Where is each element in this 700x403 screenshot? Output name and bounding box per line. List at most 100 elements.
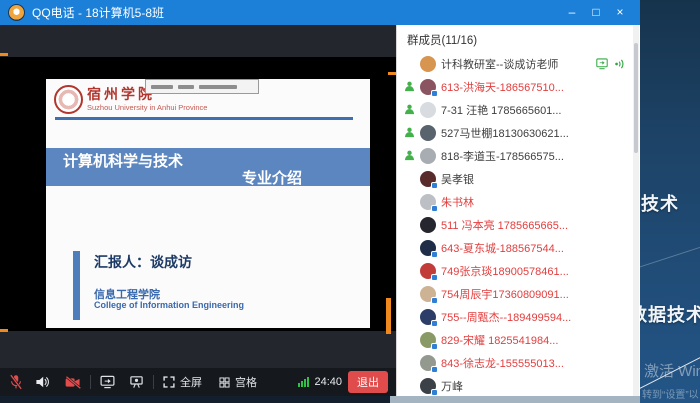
- screen-share-view[interactable]: 宿州学院 Suzhou University in Anhui Province…: [0, 25, 396, 396]
- desktop-diagonal-line-faint: [632, 241, 700, 270]
- slide-title: 计算机科学与技术: [63, 150, 183, 171]
- slide-divider-rule: [55, 117, 353, 120]
- member-name: 吴孝银: [441, 171, 474, 187]
- camera-muted-icon: [64, 375, 82, 390]
- member-name: 755--周甄杰--189499594...: [441, 309, 571, 325]
- university-name-en: Suzhou University in Anhui Province: [87, 103, 207, 112]
- speaker-button[interactable]: [34, 374, 50, 390]
- screen-share-icon: [99, 374, 116, 390]
- presenter-accent-bar: [73, 251, 80, 320]
- member-row[interactable]: 754周辰宇17360809091...: [397, 282, 640, 305]
- share-border-dash: [0, 53, 8, 56]
- avatar-badge: [431, 343, 438, 350]
- close-button[interactable]: ×: [608, 0, 632, 25]
- university-seal: [54, 85, 83, 114]
- avatar-badge: [431, 251, 438, 258]
- floating-toolbar[interactable]: [145, 79, 259, 94]
- camera-muted-button[interactable]: [64, 375, 82, 390]
- member-name: 计科教研室--谈成访老师: [441, 56, 558, 72]
- share-border-dash: [0, 329, 8, 332]
- department-en: College of Information Engineering: [94, 300, 244, 310]
- avatar-badge: [431, 297, 438, 304]
- member-name: 829-宋耀 1825541984...: [441, 332, 558, 348]
- member-row[interactable]: 朱书林: [397, 190, 640, 213]
- member-row[interactable]: 511 冯本亮 1785665665...: [397, 213, 640, 236]
- qq-call-app-icon: [8, 4, 25, 21]
- slide-title-banner: 计算机科学与技术 专业介绍: [46, 148, 370, 186]
- avatar: [420, 56, 436, 72]
- speaking-icon: [614, 58, 626, 70]
- screen: 技术 数据技术 激活 Win 转到“设置”以 QQ电话 - 18计算机5-8班 …: [0, 0, 700, 403]
- sharing-icon: [595, 57, 609, 70]
- avatar: [420, 378, 436, 394]
- grid-view-button[interactable]: 宫格: [218, 374, 257, 390]
- member-name: 613-洪海天-186567510...: [441, 79, 564, 95]
- fullscreen-button[interactable]: 全屏: [162, 374, 202, 390]
- fullscreen-icon: [162, 375, 176, 389]
- speaker-icon: [34, 374, 50, 390]
- scrollbar-thumb[interactable]: [634, 43, 638, 153]
- online-person-icon: [404, 127, 415, 138]
- desktop-text-fragment-top: 技术: [641, 190, 679, 216]
- member-name: 818-李道玉-178566575...: [441, 148, 564, 164]
- member-name: 7-31 汪艳 1785665601...: [441, 102, 561, 118]
- avatar-badge: [431, 182, 438, 189]
- toolbar-divider: [153, 375, 154, 389]
- avatar: [420, 194, 436, 210]
- member-name: 749张京琰18900578461...: [441, 263, 569, 279]
- projector-button[interactable]: [128, 374, 145, 390]
- grid-label: 宫格: [235, 374, 257, 390]
- member-name: 843-徐志龙-155555013...: [441, 355, 564, 371]
- activate-windows-watermark-line2: 转到“设置”以: [642, 386, 699, 401]
- member-row[interactable]: 527马世棚18130630621...: [397, 121, 640, 144]
- member-row[interactable]: 吴孝银: [397, 167, 640, 190]
- slide-subtitle: 专业介绍: [242, 167, 302, 188]
- taskbar-edge-light: [390, 396, 640, 403]
- avatar-badge: [431, 90, 438, 97]
- member-row[interactable]: 613-洪海天-186567510...: [397, 75, 640, 98]
- titlebar[interactable]: QQ电话 - 18计算机5-8班 – □ ×: [0, 0, 640, 25]
- group-members-title: 群成员(11/16): [397, 25, 640, 52]
- maximize-button[interactable]: □: [584, 0, 608, 25]
- avatar: [420, 171, 436, 187]
- avatar: [420, 263, 436, 279]
- member-row[interactable]: 643-夏东城-188567544...: [397, 236, 640, 259]
- group-members-panel: 群成员(11/16) 计科教研室--谈成访老师: [396, 25, 640, 396]
- avatar-badge: [431, 320, 438, 327]
- signal-strength-icon: [298, 377, 309, 387]
- member-row[interactable]: 829-宋耀 1825541984...: [397, 328, 640, 351]
- member-row[interactable]: 7-31 汪艳 1785665601...: [397, 98, 640, 121]
- minimize-button[interactable]: –: [560, 0, 584, 25]
- online-person-icon: [404, 104, 415, 115]
- qq-call-window: QQ电话 - 18计算机5-8班 – □ × 宿州学院 Suzhou Unive…: [0, 0, 640, 396]
- member-row[interactable]: 计科教研室--谈成访老师: [397, 52, 640, 75]
- microphone-muted-button[interactable]: [8, 374, 24, 390]
- share-border-dash: [388, 72, 396, 75]
- member-name: 朱书林: [441, 194, 474, 210]
- member-row[interactable]: 万峰: [397, 374, 640, 396]
- microphone-muted-icon: [8, 374, 24, 390]
- avatar: [420, 125, 436, 141]
- member-row[interactable]: 818-李道玉-178566575...: [397, 144, 640, 167]
- member-row[interactable]: 843-徐志龙-155555013...: [397, 351, 640, 374]
- member-name: 511 冯本亮 1785665665...: [441, 217, 568, 233]
- avatar: [420, 309, 436, 325]
- call-toolbar: 全屏 宫格 24:40 退出: [0, 368, 396, 396]
- avatar: [420, 79, 436, 95]
- member-name: 万峰: [441, 378, 463, 394]
- member-row[interactable]: 755--周甄杰--189499594...: [397, 305, 640, 328]
- member-name: 643-夏东城-188567544...: [441, 240, 564, 256]
- exit-button[interactable]: 退出: [348, 371, 388, 393]
- fullscreen-label: 全屏: [180, 374, 202, 390]
- online-person-icon: [404, 81, 415, 92]
- avatar: [420, 102, 436, 118]
- online-person-icon: [404, 150, 415, 161]
- call-timer: 24:40: [314, 376, 342, 388]
- member-row[interactable]: 749张京琰18900578461...: [397, 259, 640, 282]
- screen-share-button[interactable]: [99, 374, 116, 390]
- presentation-slide: 宿州学院 Suzhou University in Anhui Province…: [46, 79, 370, 328]
- panel-scrollbar[interactable]: [633, 25, 639, 396]
- window-title: QQ电话 - 18计算机5-8班: [32, 4, 164, 21]
- member-list: 计科教研室--谈成访老师 613-洪海天-186567510...: [397, 52, 640, 396]
- share-border-dash: [386, 298, 391, 334]
